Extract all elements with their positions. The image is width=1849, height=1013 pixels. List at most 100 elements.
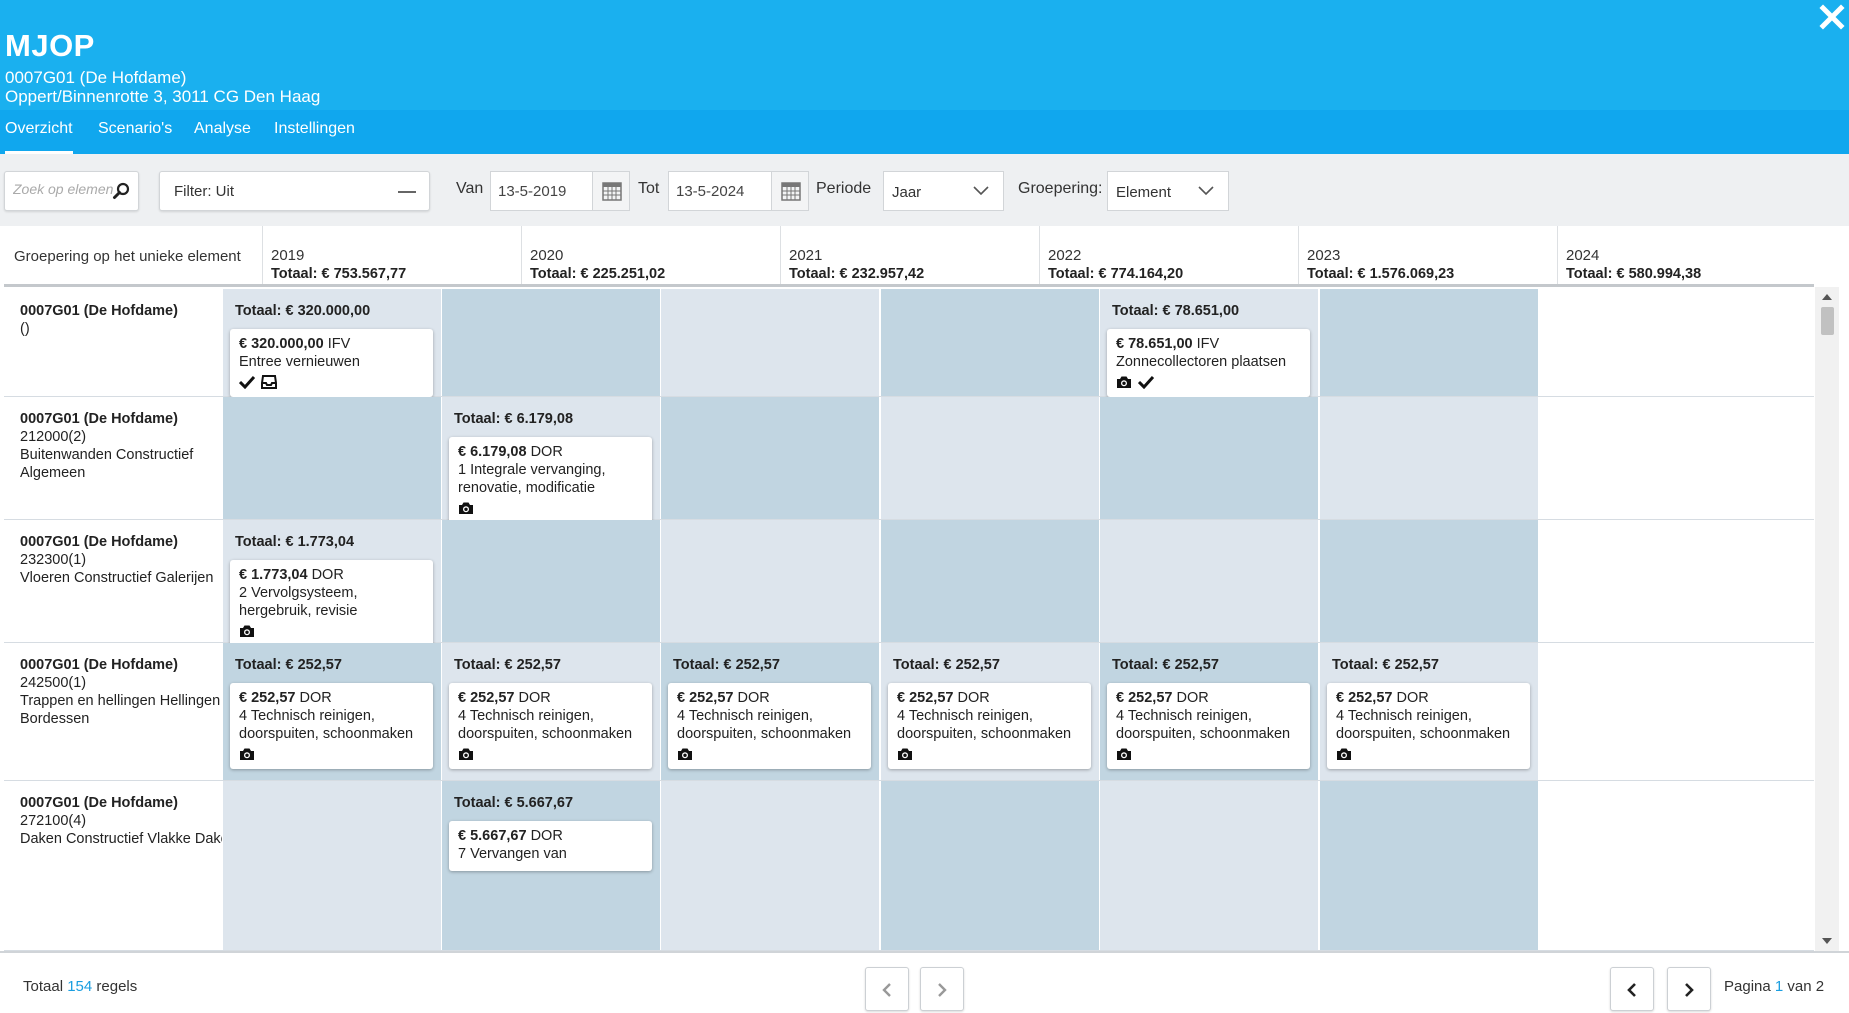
measure-amount: € 252,57 [458, 690, 515, 706]
groepering-select[interactable]: Element [1107, 171, 1229, 211]
measure-amount: € 252,57 [677, 690, 734, 706]
row-element-code: 232300(1) [20, 552, 87, 568]
vertical-scrollbar[interactable] [1815, 287, 1839, 951]
year-cell: Totaal: € 252,57 € 252,57 DOR 4 Technisch … [1099, 643, 1318, 780]
scroll-right-button[interactable] [920, 967, 964, 1011]
measure-card[interactable]: € 252,57 DOR 4 Technisch reinigen, doorsp… [668, 683, 871, 769]
measure-description: Zonnecollectoren plaatsen [1116, 354, 1287, 370]
year-cell: Totaal: € 6.179,08 € 6.179,08 DOR 1 Integr… [441, 397, 660, 523]
cell-total: Totaal: € 252,57 [1332, 657, 1439, 673]
year-cell: Totaal: € 320.000,00 € 320.000,00 IFV Entr… [222, 289, 441, 397]
inbox-icon[interactable] [261, 374, 279, 390]
camera-icon[interactable] [1116, 375, 1134, 390]
camera-icon[interactable] [1336, 747, 1354, 762]
tab-instellingen[interactable]: Instellingen [274, 120, 355, 154]
measure-card[interactable]: € 1.773,04 DOR 2 Vervolgsysteem, hergebru… [230, 560, 433, 646]
object-name: 0007G01 (De Hofdame) [5, 68, 187, 87]
total-prefix: Totaal [23, 978, 68, 995]
periode-value: Jaar [892, 184, 922, 201]
table-row: 0007G01 (De Hofdame) 232300(1) Vloeren Con… [4, 520, 1814, 646]
grid-header: Groepering op het unieke element 2019 To… [4, 226, 1814, 287]
camera-icon[interactable] [239, 624, 257, 639]
tab-analyse[interactable]: Analyse [194, 120, 251, 154]
app-title: MJOP [5, 28, 95, 63]
measure-card[interactable]: € 252,57 DOR 4 Technisch reinigen, doorsp… [1107, 683, 1310, 769]
measure-card[interactable]: € 6.179,08 DOR 1 Integrale vervanging, re… [449, 437, 652, 523]
camera-icon[interactable] [458, 747, 476, 762]
cell-total: Totaal: € 78.651,00 [1112, 303, 1240, 319]
year-cell: Totaal: € 5.667,67 € 5.667,67 DOR 7 Vervan… [441, 781, 660, 950]
tab-scenarios[interactable]: Scenario's [98, 120, 172, 154]
measure-card[interactable]: € 320.000,00 IFV Entree vernieuwen [230, 329, 433, 397]
measure-description: 4 Technisch reinigen, doorspuiten, schoo… [458, 708, 633, 742]
cell-total: Totaal: € 252,57 [454, 657, 561, 673]
camera-icon[interactable] [677, 747, 695, 762]
scrollbar-thumb[interactable] [1821, 307, 1834, 335]
year-total: Totaal: € 225.251,02 [530, 266, 666, 282]
measure-icons [1116, 745, 1301, 761]
measure-card[interactable]: € 252,57 DOR 4 Technisch reinigen, doorsp… [449, 683, 652, 769]
table-row: 0007G01 (De Hofdame) () Totaal: € 320.000,… [4, 289, 1814, 397]
previous-page-button[interactable] [1610, 967, 1654, 1011]
periode-select[interactable]: Jaar [883, 171, 1004, 211]
row-element-label: 0007G01 (De Hofdame) 242500(1) Trappen en … [20, 656, 250, 728]
measure-code: IFV [1196, 336, 1220, 352]
camera-icon[interactable] [239, 747, 257, 762]
table-row: 0007G01 (De Hofdame) 242500(1) Trappen en … [4, 643, 1814, 781]
check-icon[interactable] [1137, 375, 1156, 390]
calendar-icon [781, 182, 801, 201]
measure-amount: € 1.773,04 [239, 567, 308, 583]
search-icon[interactable] [112, 182, 130, 200]
van-date-input[interactable]: 13-5-2019 [490, 171, 593, 211]
tot-date-value: 13-5-2024 [676, 183, 745, 200]
search-input[interactable] [13, 181, 113, 197]
year-cell: Totaal: € 252,57 € 252,57 DOR 4 Technisch … [1319, 643, 1538, 780]
cell-total: Totaal: € 252,57 [235, 657, 342, 673]
tot-calendar-button[interactable] [771, 171, 809, 211]
year-column-header: 2024 Totaal: € 580.994,38 [1557, 226, 1814, 284]
measure-code: DOR [518, 690, 551, 706]
measure-card[interactable]: € 78.651,00 IFV Zonnecollectoren plaatsen [1107, 329, 1310, 397]
year-label: 2023 [1307, 247, 1341, 264]
app-header: MJOP 0007G01 (De Hofdame) Oppert/Binnenr… [0, 0, 1849, 110]
measure-card[interactable]: € 252,57 DOR 4 Technisch reinigen, doorsp… [888, 683, 1091, 769]
scroll-down-icon[interactable] [1821, 937, 1833, 945]
scroll-left-button[interactable] [865, 967, 909, 1011]
year-total: Totaal: € 1.576.069,23 [1307, 266, 1455, 282]
measure-card[interactable]: € 252,57 DOR 4 Technisch reinigen, doorsp… [1327, 683, 1530, 769]
measure-description: 4 Technisch reinigen, doorspuiten, schoo… [897, 708, 1072, 742]
measure-card[interactable]: € 252,57 DOR 4 Technisch reinigen, doorsp… [230, 683, 433, 769]
year-cell [660, 520, 879, 642]
van-calendar-button[interactable] [592, 171, 630, 211]
camera-icon[interactable] [897, 747, 915, 762]
measure-icons [239, 745, 424, 761]
van-date-value: 13-5-2019 [498, 183, 567, 200]
row-element-code: 272100(4) [20, 813, 87, 829]
row-element-code: 212000(2) [20, 429, 87, 445]
measure-icons [458, 499, 643, 515]
tot-label: Tot [638, 180, 660, 197]
camera-icon[interactable] [458, 501, 476, 516]
total-suffix: regels [92, 978, 138, 995]
measure-icons [1116, 373, 1301, 389]
year-cell [222, 397, 441, 519]
row-element-label: 0007G01 (De Hofdame) 232300(1) Vloeren Con… [20, 533, 250, 587]
tot-date-input[interactable]: 13-5-2024 [668, 171, 773, 211]
close-button[interactable] [1817, 2, 1847, 32]
year-cell [880, 520, 1099, 642]
next-page-button[interactable] [1667, 967, 1711, 1011]
check-icon[interactable] [238, 375, 257, 390]
camera-icon[interactable] [1116, 747, 1134, 762]
filter-toggle[interactable]: Filter: Uit [159, 171, 430, 211]
total-count: 154 [67, 978, 93, 995]
scroll-up-icon[interactable] [1821, 293, 1833, 301]
tab-overzicht[interactable]: Overzicht [5, 120, 73, 154]
measure-card[interactable]: € 5.667,67 DOR 7 Vervangen van [449, 821, 652, 871]
row-title: 0007G01 (De Hofdame) [20, 534, 178, 550]
year-column-header: 2022 Totaal: € 774.164,20 [1039, 226, 1298, 284]
cell-total: Totaal: € 252,57 [1112, 657, 1219, 673]
row-element-description: Trappen en hellingen Hellingen Bordessen [20, 693, 221, 727]
year-cell [880, 289, 1099, 396]
row-title: 0007G01 (De Hofdame) [20, 795, 178, 811]
page-suffix: van 2 [1783, 978, 1825, 995]
